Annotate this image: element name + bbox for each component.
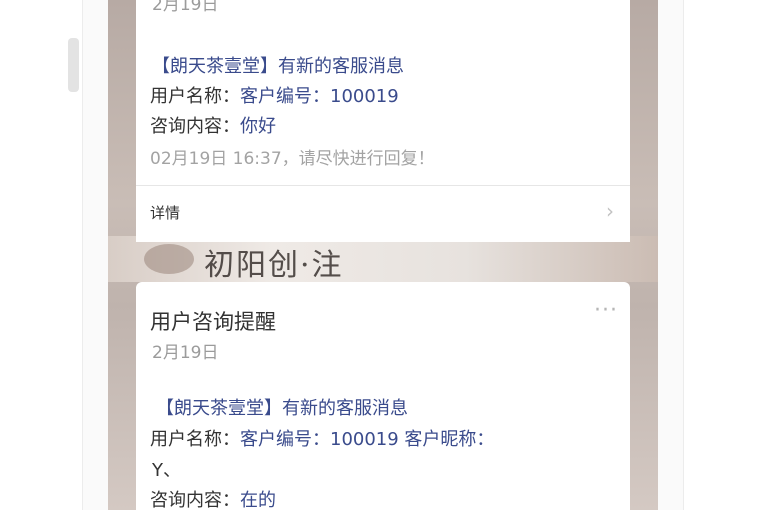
shop-message-line: 【朗天茶壹堂】有新的客服消息 [156, 398, 408, 419]
user-name-label: 用户名称： [150, 429, 240, 450]
user-name-row: 用户名称：客户编号：100019 [150, 82, 399, 108]
chevron-right-icon: › [606, 199, 614, 223]
background-text: 初阳创·注 [204, 248, 344, 282]
inquiry-value: 在的 [240, 490, 276, 511]
more-options-icon[interactable]: ··· [594, 298, 618, 323]
card-date: 2月19日 [152, 343, 219, 363]
user-name-value-cont: Y、 [152, 460, 181, 481]
chat-background-image: 初阳创·注 [108, 236, 658, 282]
detail-row[interactable]: 详情 › [136, 185, 630, 242]
inquiry-value: 你好 [240, 116, 276, 137]
inquiry-label: 咨询内容： [150, 116, 240, 137]
user-name-value: 客户编号：100019 [240, 86, 399, 107]
message-timestamp: 02月19日 16:37，请尽快进行回复！ [150, 149, 435, 169]
inquiry-label: 咨询内容： [150, 490, 240, 511]
detail-label: 详情 [150, 204, 181, 222]
inquiry-row: 咨询内容：在的 [150, 486, 276, 512]
user-name-label: 用户名称： [150, 86, 240, 107]
card-title: 用户咨询提醒 [150, 310, 276, 334]
inquiry-row: 咨询内容：你好 [150, 112, 276, 138]
notification-card-2[interactable]: 用户咨询提醒 ··· 2月19日 【朗天茶壹堂】有新的客服消息 用户名称：客户编… [136, 282, 630, 522]
shop-message-line: 【朗天茶壹堂】有新的客服消息 [152, 56, 404, 77]
user-name-value: 客户编号：100019 客户昵称： [240, 429, 495, 450]
phone-side-button [68, 38, 79, 92]
card-date: 2月19日 [152, 0, 219, 15]
background-shape [144, 244, 194, 274]
user-name-row: 用户名称：客户编号：100019 客户昵称： [150, 425, 494, 451]
notification-card-1[interactable]: 2月19日 【朗天茶壹堂】有新的客服消息 用户名称：客户编号：100019 咨询… [136, 0, 630, 242]
